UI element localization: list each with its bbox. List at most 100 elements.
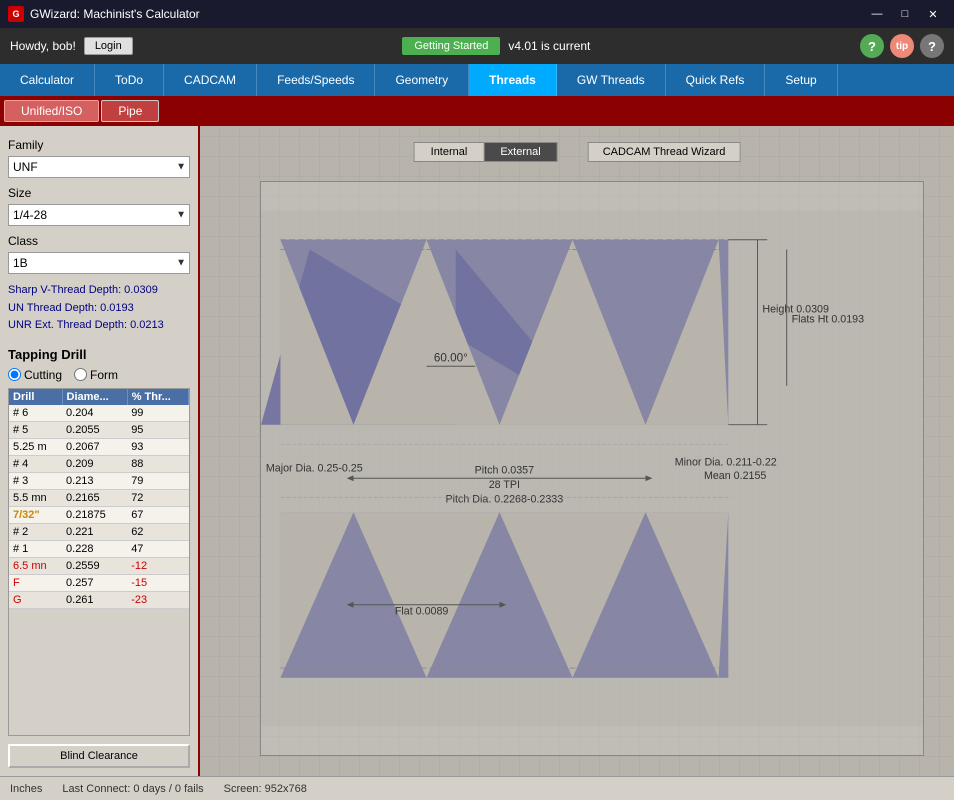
drill-name: # 1 xyxy=(9,540,62,557)
tab-cadcam[interactable]: CADCAM xyxy=(164,64,257,96)
login-button[interactable]: Login xyxy=(84,37,133,55)
drill-pct: 93 xyxy=(127,438,188,455)
drill-diam: 0.2055 xyxy=(62,421,127,438)
table-row[interactable]: G0.261-23 xyxy=(9,591,189,608)
drill-name: F xyxy=(9,574,62,591)
subtab-pipe[interactable]: Pipe xyxy=(101,100,159,122)
sharp-v-depth: Sharp V-Thread Depth: 0.0309 xyxy=(8,282,190,300)
cutting-radio[interactable] xyxy=(8,368,21,381)
table-row[interactable]: # 10.22847 xyxy=(9,540,189,557)
form-radio[interactable] xyxy=(74,368,87,381)
col-drill: Drill xyxy=(9,389,62,405)
status-bar: Inches Last Connect: 0 days / 0 fails Sc… xyxy=(0,776,954,800)
size-label: Size xyxy=(8,186,190,200)
tab-calculator[interactable]: Calculator xyxy=(0,64,95,96)
help-icon-green[interactable]: ? xyxy=(860,34,884,58)
svg-text:Minor Dia. 0.211-0.22: Minor Dia. 0.211-0.22 xyxy=(675,457,777,469)
drill-pct: -15 xyxy=(127,574,188,591)
title-bar-controls: — □ ✕ xyxy=(864,5,946,23)
drill-table: Drill Diame... % Thr... # 60.20499# 50.2… xyxy=(9,389,189,609)
help-icon-gray[interactable]: ? xyxy=(920,34,944,58)
drill-pct: 99 xyxy=(127,405,188,422)
subtab-unified-iso[interactable]: Unified/ISO xyxy=(4,100,99,122)
title-bar-title: GWizard: Machinist's Calculator xyxy=(30,7,200,21)
app-icon: G xyxy=(8,6,24,22)
drill-pct: 47 xyxy=(127,540,188,557)
unr-depth: UNR Ext. Thread Depth: 0.0213 xyxy=(8,317,190,335)
class-label: Class xyxy=(8,234,190,248)
table-row[interactable]: # 40.20988 xyxy=(9,455,189,472)
drill-pct: 79 xyxy=(127,472,188,489)
maximize-button[interactable]: □ xyxy=(892,5,918,23)
drill-pct: 95 xyxy=(127,421,188,438)
drill-pct: 88 xyxy=(127,455,188,472)
table-row[interactable]: 5.25 m0.206793 xyxy=(9,438,189,455)
menubar-center: Getting Started v4.01 is current xyxy=(402,37,590,55)
internal-external-toggle: Internal External xyxy=(414,142,558,162)
size-dropdown[interactable]: 1/4-28 5/16-24 3/8-24 xyxy=(8,204,190,226)
screen-size: Screen: 952x768 xyxy=(224,783,307,795)
svg-text:Flat 0.0089: Flat 0.0089 xyxy=(395,606,449,618)
drill-pct: 67 xyxy=(127,506,188,523)
bottom-thread-profile xyxy=(280,512,728,678)
drill-name: # 5 xyxy=(9,421,62,438)
tab-todo[interactable]: ToDo xyxy=(95,64,164,96)
getting-started-button[interactable]: Getting Started xyxy=(402,37,500,55)
family-dropdown-wrap: UNF UNC UNEF Metric ▼ xyxy=(8,156,190,178)
drill-diam: 0.2067 xyxy=(62,438,127,455)
table-row[interactable]: # 20.22162 xyxy=(9,523,189,540)
drill-name: 5.5 mn xyxy=(9,489,62,506)
thread-controls: Internal External CADCAM Thread Wizard xyxy=(414,142,741,162)
table-row[interactable]: # 30.21379 xyxy=(9,472,189,489)
un-depth: UN Thread Depth: 0.0193 xyxy=(8,300,190,318)
internal-button[interactable]: Internal xyxy=(415,143,485,161)
close-button[interactable]: ✕ xyxy=(920,5,946,23)
table-row[interactable]: # 60.20499 xyxy=(9,405,189,422)
diagram-area: Height 0.0309 Flats Ht 0.0193 60.00° Pit… xyxy=(260,181,924,756)
tab-geometry[interactable]: Geometry xyxy=(375,64,469,96)
title-bar-left: G GWizard: Machinist's Calculator xyxy=(8,6,200,22)
table-row[interactable]: 6.5 mn0.2559-12 xyxy=(9,557,189,574)
cutting-label: Cutting xyxy=(24,368,62,382)
class-dropdown[interactable]: 1B 2B 3B 1A 2A 3A xyxy=(8,252,190,274)
external-button[interactable]: External xyxy=(484,143,556,161)
drill-diam: 0.204 xyxy=(62,405,127,422)
drill-name: 7/32" xyxy=(9,506,62,523)
title-bar: G GWizard: Machinist's Calculator — □ ✕ xyxy=(0,0,954,28)
drill-diam: 0.2165 xyxy=(62,489,127,506)
family-dropdown[interactable]: UNF UNC UNEF Metric xyxy=(8,156,190,178)
svg-text:Major Dia. 0.25-0.25: Major Dia. 0.25-0.25 xyxy=(266,462,363,474)
drill-diam: 0.221 xyxy=(62,523,127,540)
drill-pct: 62 xyxy=(127,523,188,540)
drill-name: # 6 xyxy=(9,405,62,422)
size-dropdown-wrap: 1/4-28 5/16-24 3/8-24 ▼ xyxy=(8,204,190,226)
connect-status: Last Connect: 0 days / 0 fails xyxy=(62,783,203,795)
tip-icon[interactable]: tip xyxy=(890,34,914,58)
drill-diam: 0.257 xyxy=(62,574,127,591)
table-row[interactable]: F0.257-15 xyxy=(9,574,189,591)
tab-setup[interactable]: Setup xyxy=(765,64,837,96)
table-row[interactable]: 7/32"0.2187567 xyxy=(9,506,189,523)
nav-tabs: Calculator ToDo CADCAM Feeds/Speeds Geom… xyxy=(0,64,954,96)
cadcam-wizard-button[interactable]: CADCAM Thread Wizard xyxy=(588,142,741,162)
drill-table-wrap: Drill Diame... % Thr... # 60.20499# 50.2… xyxy=(8,388,190,736)
family-label: Family xyxy=(8,138,190,152)
table-row[interactable]: 5.5 mn0.216572 xyxy=(9,489,189,506)
form-label: Form xyxy=(90,368,118,382)
drill-diam: 0.2559 xyxy=(62,557,127,574)
blind-clearance-button[interactable]: Blind Clearance xyxy=(8,744,190,768)
col-diam: Diame... xyxy=(62,389,127,405)
tab-quick-refs[interactable]: Quick Refs xyxy=(666,64,766,96)
tab-threads[interactable]: Threads xyxy=(469,64,557,96)
drill-pct: -12 xyxy=(127,557,188,574)
cutting-radio-label[interactable]: Cutting xyxy=(8,368,62,382)
minimize-button[interactable]: — xyxy=(864,5,890,23)
drill-diam: 0.261 xyxy=(62,591,127,608)
thread-info-block: Sharp V-Thread Depth: 0.0309 UN Thread D… xyxy=(8,278,190,339)
svg-text:Pitch Dia. 0.2268-0.2333: Pitch Dia. 0.2268-0.2333 xyxy=(446,494,564,506)
form-radio-label[interactable]: Form xyxy=(74,368,118,382)
tab-gw-threads[interactable]: GW Threads xyxy=(557,64,666,96)
drill-pct: 72 xyxy=(127,489,188,506)
table-row[interactable]: # 50.205595 xyxy=(9,421,189,438)
tab-feeds-speeds[interactable]: Feeds/Speeds xyxy=(257,64,375,96)
